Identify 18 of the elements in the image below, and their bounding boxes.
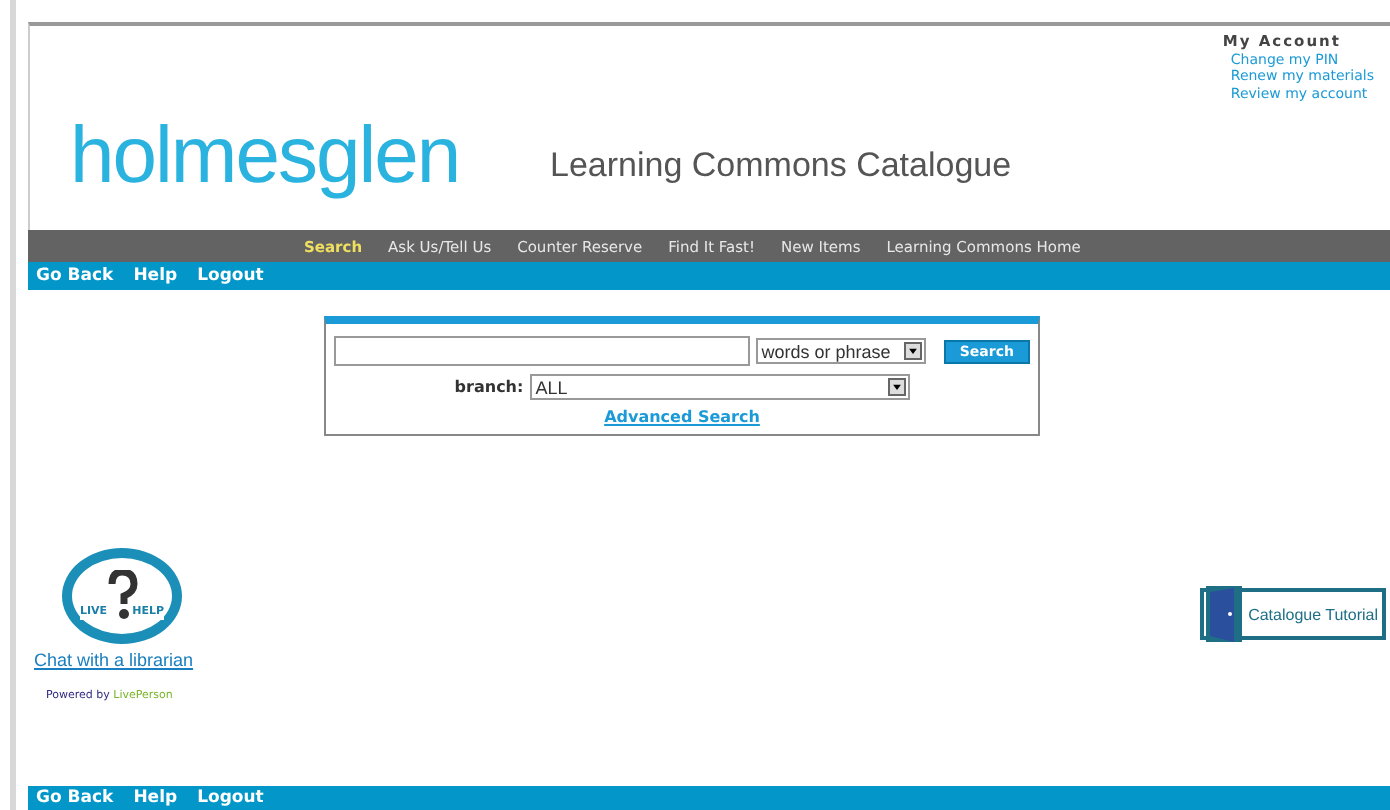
bar-link[interactable]: Help: [133, 788, 178, 808]
mode-select[interactable]: words or phrase: [755, 338, 926, 364]
page-title: Learning Commons Catalogue: [550, 146, 1012, 188]
chat-link[interactable]: Chat with a librarian: [34, 650, 194, 670]
search-field[interactable]: [334, 336, 750, 366]
advanced-search-link[interactable]: Advanced Search: [604, 408, 760, 426]
branch-label: branch:: [454, 378, 524, 396]
dropdown-icon: [887, 378, 906, 396]
bar-link[interactable]: Help: [133, 266, 178, 286]
logo: holmesglen: [70, 112, 460, 200]
bar-link[interactable]: Logout: [197, 266, 264, 286]
bar-link[interactable]: Go Back: [36, 266, 114, 286]
dropdown-icon: [903, 342, 922, 360]
door-icon: [1204, 584, 1245, 644]
tutorial-button[interactable]: Catalogue Tutorial: [1200, 588, 1386, 640]
bar-link[interactable]: Go Back: [36, 788, 114, 808]
branch-select[interactable]: ALL: [529, 374, 910, 400]
bar-link[interactable]: Logout: [197, 788, 264, 808]
